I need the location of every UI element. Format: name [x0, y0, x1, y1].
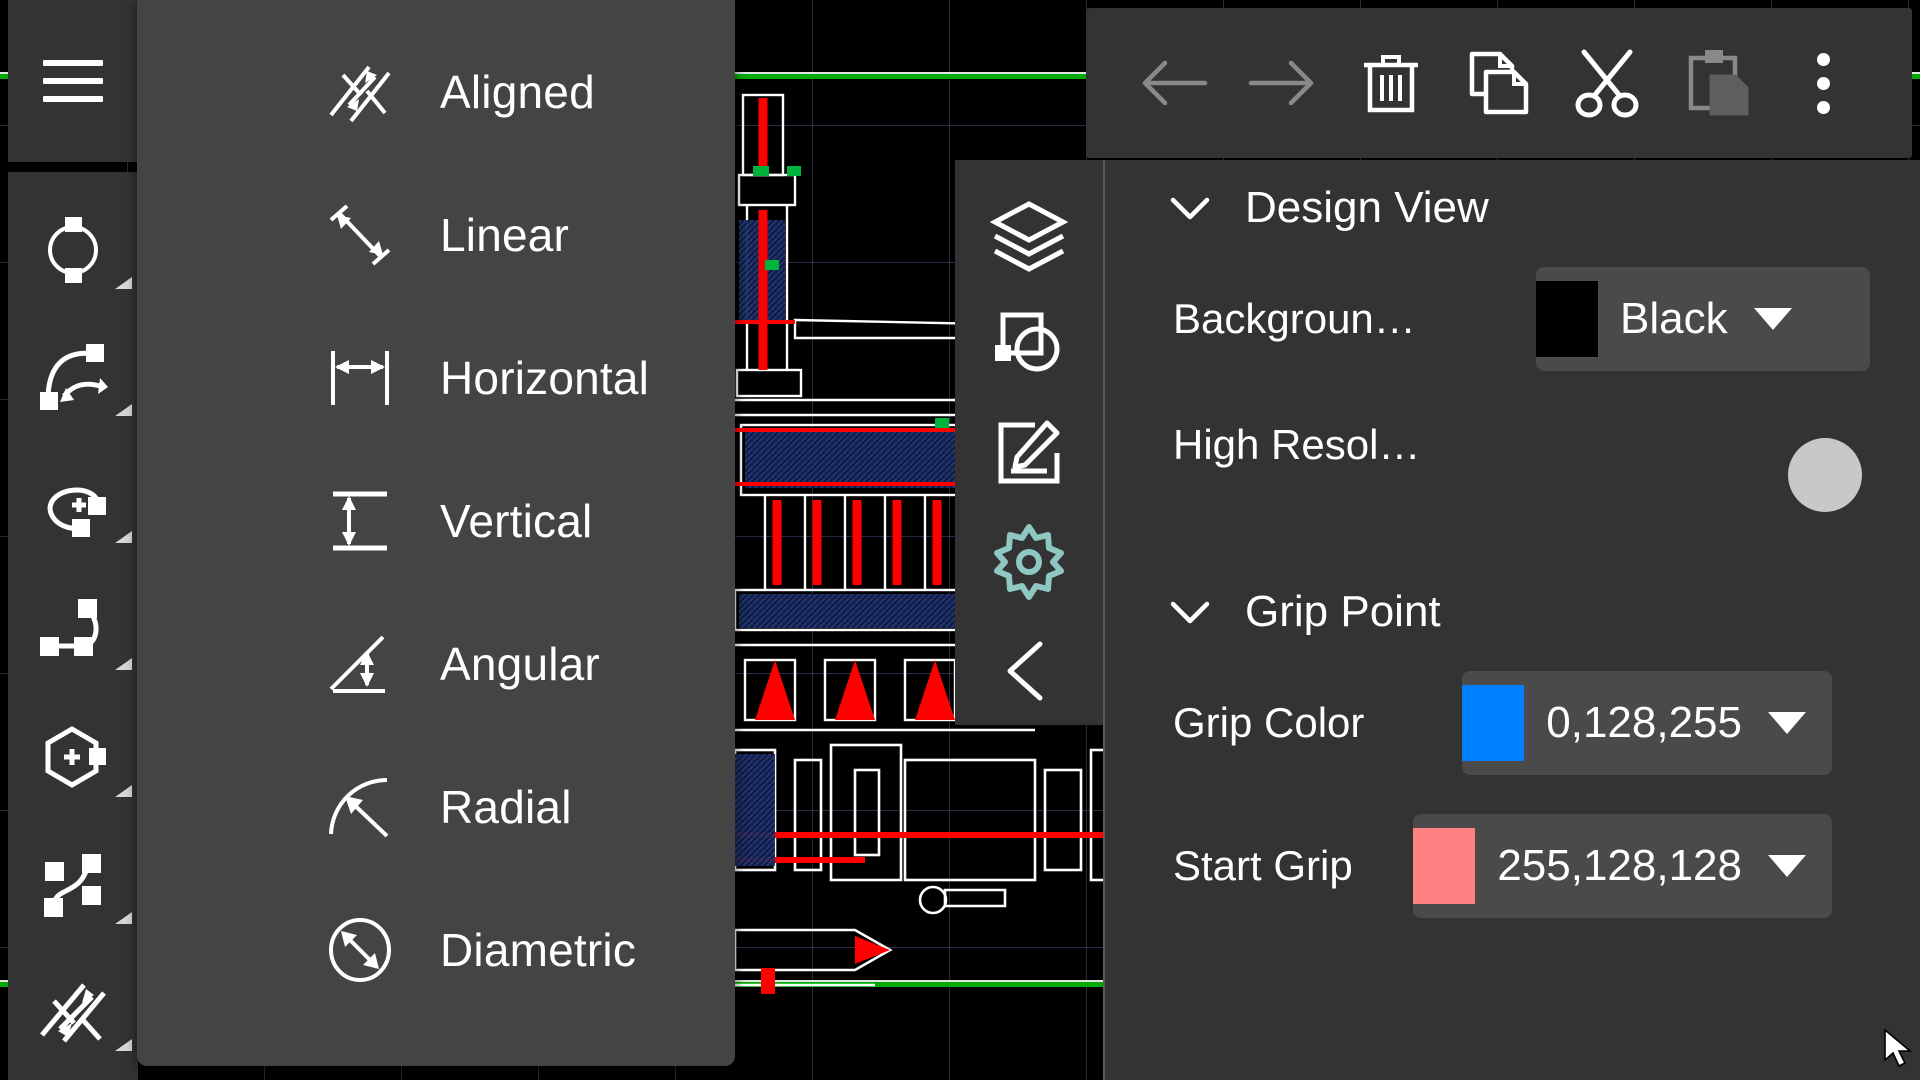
annotate-button[interactable]: [970, 399, 1088, 508]
sidebar-item-dimension[interactable]: [8, 948, 138, 1075]
menu-item-label: Aligned: [440, 65, 595, 118]
app-window: Aligned Linear Horizontal Vertical Angul…: [0, 0, 1920, 1080]
collapse-panel-button[interactable]: [970, 616, 1088, 725]
dimension-angular-icon: [325, 629, 395, 699]
grip-color-dropdown[interactable]: 0,128,255: [1462, 671, 1832, 775]
sidebar-item-arc[interactable]: [8, 313, 138, 440]
dimension-vertical-icon: [325, 486, 395, 556]
chevron-down-icon: [1768, 712, 1806, 734]
undo-button[interactable]: [1131, 40, 1217, 126]
submenu-indicator-icon: [115, 785, 132, 797]
dropdown-value: 0,128,255: [1546, 698, 1742, 747]
menu-item-angular[interactable]: Angular: [137, 592, 735, 735]
submenu-indicator-icon: [115, 912, 132, 924]
menu-item-label: Radial: [440, 780, 572, 833]
dimension-radial-icon: [325, 772, 395, 842]
object-snap-button[interactable]: [970, 291, 1088, 400]
row-label: Start Grip: [1173, 842, 1353, 889]
sidebar-item-polygon[interactable]: [8, 694, 138, 821]
settings-button[interactable]: [970, 508, 1088, 617]
color-swatch: [1536, 281, 1598, 357]
section-title: Design View: [1245, 183, 1489, 232]
chevron-down-icon: [1170, 601, 1210, 624]
menu-item-radial[interactable]: Radial: [137, 735, 735, 878]
redo-button[interactable]: [1239, 40, 1325, 126]
paste-button[interactable]: [1673, 40, 1759, 126]
submenu-indicator-icon: [115, 277, 132, 289]
layers-icon: [989, 201, 1069, 273]
menu-item-diametric[interactable]: Diametric: [137, 878, 735, 1021]
dimension-horizontal-icon: [325, 343, 395, 413]
chevron-down-icon: [1768, 855, 1806, 877]
start-grip-color-dropdown[interactable]: 255,128,128: [1413, 814, 1832, 918]
submenu-indicator-icon: [115, 1039, 132, 1051]
edit-toolbar: [1086, 8, 1912, 158]
dimension-linear-icon: [325, 200, 395, 270]
background-color-dropdown[interactable]: Black: [1536, 267, 1870, 371]
delete-button[interactable]: [1348, 40, 1434, 126]
submenu-indicator-icon: [115, 531, 132, 543]
color-swatch: [1462, 685, 1525, 761]
more-options-button[interactable]: [1781, 40, 1867, 126]
section-title: Grip Point: [1245, 587, 1441, 636]
chevron-down-icon: [1753, 308, 1792, 330]
sidebar-item-spline[interactable]: [8, 821, 138, 948]
sidebar-toolbar: [8, 172, 138, 1080]
chevron-left-icon: [1007, 641, 1043, 701]
submenu-indicator-icon: [115, 404, 132, 416]
menu-item-label: Horizontal: [440, 351, 650, 404]
hamburger-menu-icon[interactable]: [43, 60, 103, 102]
layers-button[interactable]: [970, 182, 1088, 291]
row-label: High Resol…: [1173, 421, 1421, 468]
cut-button[interactable]: [1564, 40, 1650, 126]
sidebar-item-arc-plus[interactable]: [8, 440, 138, 567]
chevron-down-icon: [1170, 197, 1210, 220]
row-label: Grip Color: [1173, 699, 1365, 746]
dimension-submenu: Aligned Linear Horizontal Vertical Angul…: [137, 0, 735, 1066]
dimension-diametric-icon: [325, 915, 395, 985]
sidebar-menu-bar: [8, 0, 138, 162]
submenu-indicator-icon: [115, 658, 132, 670]
section-header-grip-point[interactable]: Grip Point: [1105, 564, 1920, 660]
dimension-aligned-icon: [325, 57, 395, 127]
menu-item-aligned[interactable]: Aligned: [137, 20, 735, 163]
gear-icon: [994, 524, 1064, 601]
row-label: Backgroun…: [1173, 295, 1416, 342]
menu-item-label: Linear: [440, 208, 570, 261]
dropdown-value: Black: [1620, 294, 1728, 343]
menu-item-label: Vertical: [440, 494, 593, 547]
row-high-resolution: High Resol…: [1105, 382, 1920, 512]
menu-item-label: Diametric: [440, 923, 637, 976]
more-vertical-icon: [1817, 52, 1831, 114]
object-snap-icon: [995, 312, 1060, 372]
row-grip-color: Grip Color 0,128,255: [1105, 660, 1920, 786]
section-header-design-view[interactable]: Design View: [1105, 160, 1920, 256]
menu-item-label: Angular: [440, 637, 600, 690]
row-start-grip-color: Start Grip 255,128,128: [1105, 814, 1920, 918]
copy-button[interactable]: [1456, 40, 1542, 126]
menu-item-vertical[interactable]: Vertical: [137, 449, 735, 592]
sidebar-item-polyline[interactable]: [8, 567, 138, 694]
settings-panel: Design View Backgroun… Black High Resol…: [1103, 160, 1920, 1080]
row-background-color: Backgroun… Black: [1105, 256, 1920, 382]
menu-item-linear[interactable]: Linear: [137, 163, 735, 306]
sidebar-item-circle[interactable]: [8, 186, 138, 313]
panel-toolbar: [955, 160, 1103, 725]
menu-item-horizontal[interactable]: Horizontal: [137, 306, 735, 449]
dropdown-value: 255,128,128: [1497, 841, 1742, 890]
color-swatch: [1413, 828, 1476, 904]
edit-square-icon: [998, 420, 1060, 484]
